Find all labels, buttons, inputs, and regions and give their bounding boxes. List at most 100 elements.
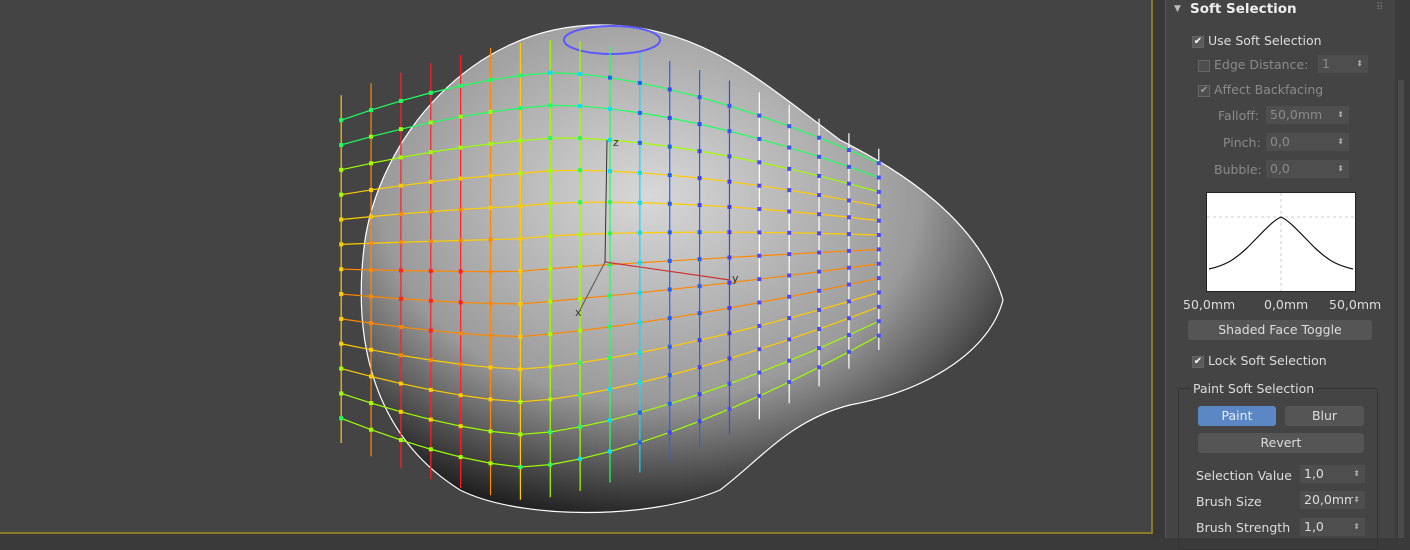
mesh-vertex[interactable]	[428, 90, 433, 95]
mesh-vertex[interactable]	[817, 346, 822, 351]
mesh-vertex[interactable]	[787, 273, 792, 278]
mesh-vertex[interactable]	[667, 87, 672, 92]
mesh-vertex[interactable]	[787, 358, 792, 363]
mesh-vertex[interactable]	[398, 353, 403, 358]
mesh-vertex[interactable]	[608, 231, 612, 236]
mesh-vertex[interactable]	[578, 360, 583, 365]
mesh-vertex[interactable]	[697, 311, 702, 316]
mesh-vertex[interactable]	[876, 204, 881, 209]
mesh-vertex[interactable]	[428, 269, 433, 274]
mesh-vertex[interactable]	[637, 110, 642, 115]
mesh-vertex[interactable]	[757, 393, 762, 398]
3d-viewport[interactable]: z y x	[0, 0, 1153, 534]
mesh-vertex[interactable]	[787, 124, 792, 129]
mesh-vertex[interactable]	[637, 200, 642, 205]
brush-strength-spinner[interactable]: 1,0 ⬍	[1300, 518, 1365, 536]
mesh-vertex[interactable]	[787, 145, 792, 150]
mesh-vertex[interactable]	[578, 168, 583, 173]
mesh-vertex[interactable]	[727, 305, 732, 310]
spinner-arrows-icon[interactable]: ⬍	[1337, 106, 1344, 124]
mesh-vertex[interactable]	[697, 230, 702, 235]
lock-soft-selection-checkbox[interactable]: ✔ Lock Soft Selection	[1192, 353, 1327, 368]
mesh-vertex[interactable]	[757, 183, 762, 188]
mesh-vertex[interactable]	[697, 365, 702, 370]
mesh-vertex[interactable]	[518, 301, 523, 306]
mesh-vertex[interactable]	[846, 299, 851, 304]
mesh-vertex[interactable]	[458, 300, 463, 305]
edge-distance-spinner[interactable]: 1 ⬍	[1318, 55, 1368, 73]
mesh-vertex[interactable]	[637, 290, 642, 295]
spinner-arrows-icon[interactable]: ⬍	[1356, 55, 1363, 73]
mesh-vertex[interactable]	[757, 300, 762, 305]
mesh-vertex[interactable]	[548, 462, 553, 467]
mesh-vertex[interactable]	[369, 161, 374, 166]
mesh-vertex[interactable]	[637, 170, 642, 175]
mesh-vertex[interactable]	[846, 232, 851, 237]
mesh-vertex[interactable]	[339, 267, 344, 272]
mesh-vertex[interactable]	[339, 341, 344, 346]
edge-distance-checkbox[interactable]: Edge Distance:	[1198, 57, 1308, 72]
mesh-vertex[interactable]	[727, 356, 732, 361]
mesh-vertex[interactable]	[488, 301, 493, 306]
mesh-vertex[interactable]	[548, 266, 553, 271]
spinner-arrows-icon[interactable]: ⬍	[1337, 160, 1344, 178]
mesh-vertex[interactable]	[697, 203, 702, 208]
mesh-vertex[interactable]	[578, 72, 583, 77]
mesh-vertex[interactable]	[398, 155, 403, 160]
mesh-vertex[interactable]	[339, 416, 344, 421]
mesh-vertex[interactable]	[846, 316, 851, 321]
mesh-vertex[interactable]	[488, 109, 493, 114]
mesh-vertex[interactable]	[548, 299, 553, 304]
blur-button[interactable]: Blur	[1285, 406, 1364, 426]
mesh-vertex[interactable]	[667, 116, 672, 121]
pinch-spinner[interactable]: 0,0 ⬍	[1266, 133, 1349, 151]
mesh-vertex[interactable]	[817, 269, 822, 274]
mesh-vertex[interactable]	[697, 176, 702, 181]
mesh-vertex[interactable]	[488, 461, 493, 466]
mesh-vertex[interactable]	[369, 108, 374, 113]
mesh-vertex[interactable]	[339, 391, 344, 396]
mesh-vertex[interactable]	[817, 365, 822, 370]
mesh-vertex[interactable]	[548, 364, 553, 369]
mesh-vertex[interactable]	[876, 333, 881, 338]
mesh-vertex[interactable]	[578, 104, 583, 109]
mesh-vertex[interactable]	[369, 427, 374, 432]
mesh-vertex[interactable]	[398, 409, 403, 414]
brush-size-spinner[interactable]: 20,0mm ⬍	[1300, 491, 1365, 509]
mesh-vertex[interactable]	[846, 349, 851, 354]
mesh-vertex[interactable]	[458, 83, 463, 88]
use-soft-selection-checkbox[interactable]: ✔ Use Soft Selection	[1192, 33, 1322, 48]
mesh-vertex[interactable]	[398, 211, 403, 216]
mesh-vertex[interactable]	[458, 424, 463, 429]
mesh-vertex[interactable]	[369, 134, 374, 139]
mesh-vertex[interactable]	[458, 145, 463, 150]
mesh-vertex[interactable]	[548, 201, 553, 206]
mesh-vertex[interactable]	[727, 280, 732, 285]
mesh-vertex[interactable]	[817, 154, 822, 159]
mesh-vertex[interactable]	[518, 334, 523, 339]
revert-button[interactable]: Revert	[1198, 433, 1364, 453]
mesh-vertex[interactable]	[876, 319, 881, 324]
mesh-vertex[interactable]	[548, 397, 553, 402]
mesh-vertex[interactable]	[608, 75, 612, 80]
mesh-vertex[interactable]	[339, 142, 344, 147]
mesh-vertex[interactable]	[398, 296, 403, 301]
mesh-vertex[interactable]	[876, 261, 881, 266]
mesh-vertex[interactable]	[339, 316, 344, 321]
mesh-vertex[interactable]	[608, 106, 612, 111]
mesh-vertex[interactable]	[518, 204, 523, 209]
mesh-vertex[interactable]	[667, 287, 672, 292]
mesh-vertex[interactable]	[398, 240, 403, 245]
mesh-vertex[interactable]	[787, 188, 792, 193]
mesh-vertex[interactable]	[846, 148, 851, 153]
mesh-vertex[interactable]	[787, 230, 792, 235]
mesh-vertex[interactable]	[667, 373, 672, 378]
mesh-vertex[interactable]	[488, 397, 493, 402]
mesh-vertex[interactable]	[428, 150, 433, 155]
paint-button[interactable]: Paint	[1198, 406, 1276, 426]
mesh-vertex[interactable]	[578, 136, 583, 141]
mesh-vertex[interactable]	[339, 118, 344, 123]
mesh-vertex[interactable]	[398, 127, 403, 132]
mesh-vertex[interactable]	[637, 80, 642, 85]
mesh-vertex[interactable]	[667, 230, 672, 235]
